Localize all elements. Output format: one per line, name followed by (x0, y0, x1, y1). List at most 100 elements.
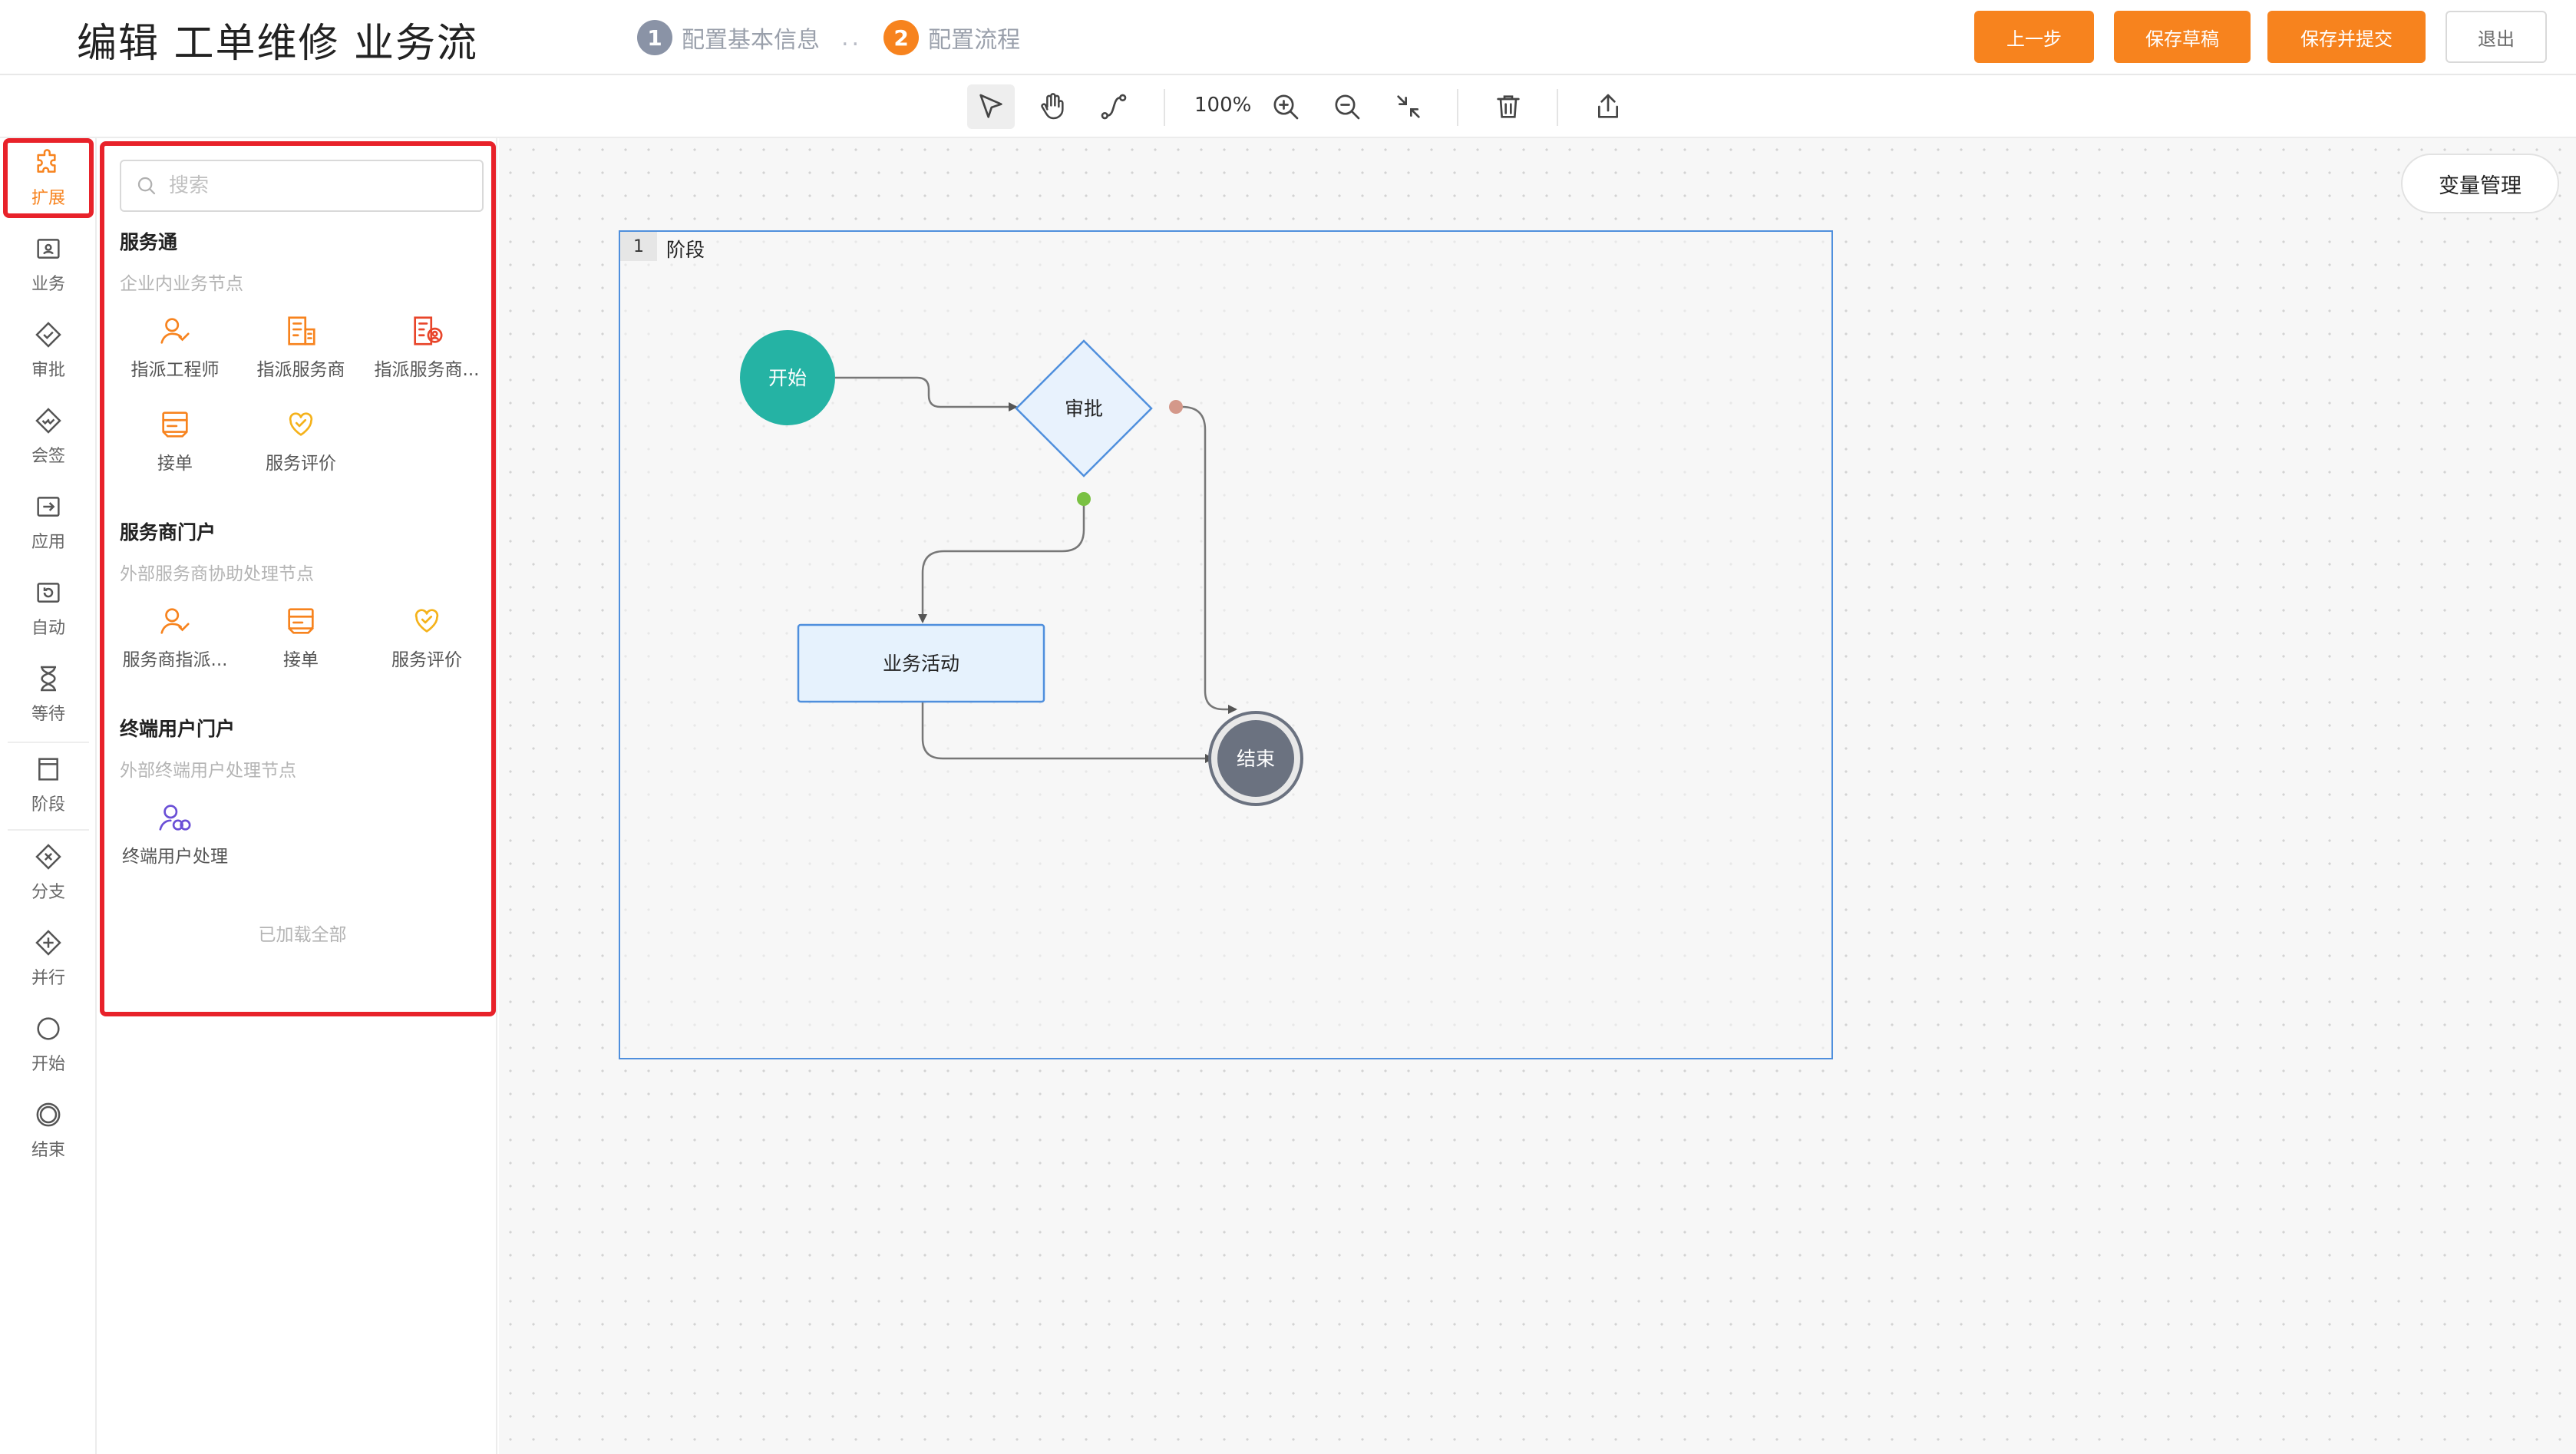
page-title: 编辑 工单维修 业务流 (77, 21, 479, 67)
delete-icon[interactable] (1485, 84, 1532, 129)
palette-node-end-user[interactable]: 终端用户处理 (114, 800, 236, 867)
rail-item-start[interactable]: 开始 (3, 1004, 94, 1084)
zoom-in-icon[interactable] (1262, 84, 1309, 129)
export-icon[interactable] (1584, 84, 1632, 129)
palette-node-label: 指派服务商... (374, 360, 480, 380)
start-circle-icon (37, 1017, 60, 1040)
edge-activity-end[interactable] (921, 702, 1214, 763)
end-node-label: 结束 (1237, 748, 1275, 770)
rail-item-label: 自动 (31, 619, 65, 638)
yes-port-dot[interactable] (1077, 492, 1091, 506)
step-1-label[interactable]: 配置基本信息 (682, 21, 820, 55)
rail-item-business[interactable]: 业务 (3, 224, 94, 304)
loaded-all-text: 已加载全部 (258, 925, 347, 945)
rail-divider (8, 829, 89, 831)
rail-item-label: 应用 (31, 533, 65, 552)
palette-node-label: 服务商指派... (122, 650, 228, 670)
service-rating-icon (414, 609, 439, 633)
provider-assign-icon (160, 608, 190, 634)
parallel-icon (35, 930, 61, 956)
rail-item-countersign[interactable]: 会签 (3, 396, 94, 476)
palette-node-service-rating[interactable]: 服务评价 (365, 603, 488, 671)
start-node-label: 开始 (768, 367, 807, 389)
search-input[interactable] (169, 174, 461, 197)
end-circle-icon (36, 1102, 61, 1127)
section-desc: 外部终端用户处理节点 (120, 761, 296, 781)
palette-node-label: 指派工程师 (130, 360, 220, 380)
zoom-out-icon[interactable] (1323, 84, 1371, 129)
service-rating-icon (289, 412, 313, 436)
rail-item-label: 分支 (31, 883, 65, 902)
rail-item-label: 审批 (31, 361, 65, 380)
rail-divider (8, 742, 89, 743)
no-port-dot[interactable] (1169, 400, 1183, 414)
palette-node-assign-provider[interactable]: 指派服务商 (239, 313, 362, 381)
palette-highlight-frame: 服务通 企业内业务节点 指派工程师 指派服务商 指派服务商... 接单 服务评价 (100, 141, 496, 1016)
rail-item-app[interactable]: 应用 (3, 482, 94, 562)
rail-item-branch[interactable]: 分支 (3, 832, 94, 912)
approval-node-label: 审批 (1065, 398, 1103, 420)
assign-provider-person-icon (414, 316, 443, 345)
step-indicator: 1 配置基本信息 .. 2 配置流程 (637, 18, 1020, 57)
step-1-number[interactable]: 1 (637, 20, 672, 55)
rail-item-stage[interactable]: 阶段 (3, 745, 94, 824)
rail-item-label: 阶段 (31, 795, 65, 815)
flow-canvas[interactable]: 变量管理 1 阶段 开始 审批 业务活动 结束 (499, 138, 2576, 1454)
search-icon (137, 177, 156, 195)
accept-order-icon (288, 608, 314, 634)
hourglass-icon (41, 666, 56, 692)
section-title: 服务通 (120, 231, 178, 253)
prev-step-button[interactable]: 上一步 (1974, 11, 2094, 63)
palette-node-label: 服务评价 (391, 650, 462, 670)
rail-item-label: 扩展 (31, 189, 65, 208)
rail-item-end[interactable]: 结束 (3, 1090, 94, 1170)
rail-item-auto[interactable]: 自动 (3, 568, 94, 648)
assign-provider-icon (288, 316, 315, 345)
connect-line-icon[interactable] (1090, 84, 1138, 129)
stage-icon (38, 758, 58, 781)
rail-item-label: 结束 (31, 1141, 65, 1160)
palette-node-accept-order[interactable]: 接单 (114, 407, 236, 474)
palette-node-accept-order[interactable]: 接单 (239, 603, 362, 671)
flow-diagram: 开始 审批 业务活动 结束 (740, 330, 1303, 806)
palette-node-assign-engineer[interactable]: 指派工程师 (114, 313, 236, 381)
edge-start-approval[interactable] (835, 376, 1018, 411)
rail-item-parallel[interactable]: 并行 (3, 918, 94, 998)
save-draft-button[interactable]: 保存草稿 (2114, 11, 2251, 63)
palette-node-label: 指派服务商 (256, 360, 345, 380)
toolbar-divider (1164, 89, 1165, 126)
business-icon (37, 239, 60, 259)
zoom-level: 100% (1194, 94, 1252, 117)
rail-item-wait[interactable]: 等待 (3, 654, 94, 734)
end-user-icon (159, 805, 191, 831)
exit-button[interactable]: 退出 (2446, 11, 2547, 63)
edge-approval-end[interactable] (1174, 405, 1237, 714)
step-2-label[interactable]: 配置流程 (928, 21, 1020, 55)
rail-item-label: 并行 (31, 969, 65, 988)
save-submit-button[interactable]: 保存并提交 (2267, 11, 2426, 63)
page-header: 编辑 工单维修 业务流 1 配置基本信息 .. 2 配置流程 上一步 保存草稿 … (0, 0, 2576, 75)
edge-approval-activity[interactable] (918, 499, 1085, 623)
node-palette: 服务通 企业内业务节点 指派工程师 指派服务商 指派服务商... 接单 服务评价 (100, 138, 497, 1454)
rail-item-extension[interactable]: 扩展 (3, 138, 94, 218)
palette-node-assign-provider-person[interactable]: 指派服务商... (365, 313, 488, 381)
palette-search[interactable] (120, 160, 484, 212)
palette-node-label: 接单 (157, 454, 193, 474)
rail-item-approval[interactable]: 审批 (3, 310, 94, 390)
rail-item-label: 开始 (31, 1055, 65, 1074)
rail-item-label: 业务 (31, 275, 65, 294)
activity-node-label: 业务活动 (883, 653, 959, 675)
fit-view-icon[interactable] (1385, 84, 1432, 129)
toolbar-divider (1557, 89, 1558, 126)
step-2-number[interactable]: 2 (883, 20, 920, 55)
select-cursor-icon[interactable] (967, 84, 1015, 129)
step-separator: .. (841, 24, 863, 51)
accept-order-icon (162, 411, 188, 438)
section-desc: 外部服务商协助处理节点 (120, 564, 314, 584)
palette-node-provider-assign[interactable]: 服务商指派... (114, 603, 236, 671)
branch-icon (35, 844, 61, 870)
hand-pan-icon[interactable] (1029, 84, 1076, 129)
approval-icon (35, 322, 61, 348)
section-title: 终端用户门户 (120, 718, 236, 740)
palette-node-service-rating[interactable]: 服务评价 (239, 407, 362, 474)
